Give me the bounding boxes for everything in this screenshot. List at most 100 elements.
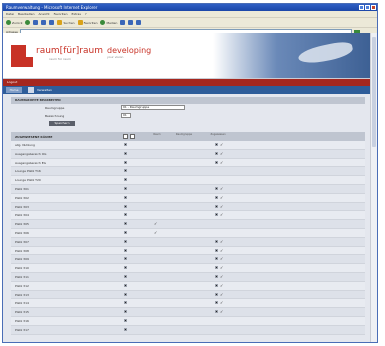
room-checkbox[interactable]	[124, 222, 127, 226]
edit-icon[interactable]	[130, 134, 135, 139]
room-checkbox[interactable]	[124, 301, 127, 305]
favorites-button[interactable]: Favoriten	[77, 20, 97, 25]
vertical-scrollbar[interactable]	[370, 33, 377, 342]
back-button[interactable]: Zurück	[6, 20, 22, 25]
assigned-checkbox[interactable]	[215, 266, 218, 270]
rooms-table: ZUGEWIESENE RÄUME Raum Raumgruppe Zugewi…	[11, 132, 365, 335]
assigned-checkbox[interactable]	[215, 195, 218, 199]
assigned-checkbox[interactable]	[215, 186, 218, 190]
table-row: Platz 308 ✓	[11, 246, 365, 256]
table-header: ZUGEWIESENE RÄUME Raum Raumgruppe Zugewi…	[11, 132, 365, 141]
assigned-checkbox[interactable]	[215, 151, 218, 155]
menu-edit[interactable]: Bearbeiten	[18, 11, 34, 17]
menu-file[interactable]: Datei	[6, 11, 14, 17]
room-name: Platz 308	[15, 248, 29, 253]
room-checkbox[interactable]	[124, 318, 127, 322]
room-checkbox[interactable]	[124, 178, 127, 182]
room-checkbox[interactable]	[124, 186, 127, 190]
assigned-checkbox[interactable]	[215, 292, 218, 296]
mail-icon[interactable]	[128, 20, 134, 25]
back-arrow-icon	[6, 20, 11, 25]
forward-arrow-icon[interactable]	[25, 20, 31, 25]
home-icon[interactable]	[49, 20, 55, 25]
logout-link[interactable]: Logout	[7, 80, 17, 84]
room-name: allg. Nutzung	[15, 143, 35, 147]
table-row: Platz 304 ✓	[11, 211, 365, 221]
assigned-check-mark: ✓	[220, 142, 224, 147]
media-icon	[100, 20, 106, 25]
assigned-checkbox[interactable]	[215, 301, 218, 305]
assigned-checkbox[interactable]	[215, 204, 218, 208]
history-icon[interactable]	[120, 20, 126, 25]
description-input[interactable]: 01	[121, 113, 131, 118]
menu-favorites[interactable]: Favoriten	[54, 11, 68, 17]
assigned-check-mark: ✓	[220, 291, 224, 297]
table-body: allg. Nutzung ✓ Ausgangsbereich OG ✓ Ausgang…	[11, 141, 365, 335]
form-row-group: Raumgruppe 01 - Raumgruppe	[11, 104, 365, 112]
assigned-checkbox[interactable]	[215, 143, 218, 146]
room-checkbox[interactable]	[124, 230, 127, 234]
table-row: allg. Nutzung ✓	[11, 141, 365, 150]
save-button[interactable]: Speichern	[49, 121, 75, 126]
room-checkbox[interactable]	[124, 266, 127, 270]
room-name: Platz 317	[15, 327, 29, 332]
room-checkbox[interactable]	[124, 310, 127, 314]
search-button[interactable]: Suchen	[57, 20, 75, 25]
room-checkbox[interactable]	[124, 327, 127, 331]
table-row: Platz 309 ✓	[11, 255, 365, 265]
room-checkbox[interactable]	[124, 283, 127, 287]
room-checkbox[interactable]	[124, 151, 127, 155]
assigned-checkbox[interactable]	[215, 239, 218, 243]
assigned-checkbox[interactable]	[215, 310, 218, 314]
room-checkbox[interactable]	[124, 292, 127, 296]
nav-home-button[interactable]: Home	[6, 87, 22, 93]
room-checkbox[interactable]	[124, 143, 127, 146]
nav-manage-link[interactable]: Verwalten	[37, 87, 52, 93]
stop-icon[interactable]	[33, 20, 39, 25]
room-name: Lounge Platz T16	[15, 169, 41, 174]
room-checkbox[interactable]	[124, 160, 127, 164]
menu-help[interactable]: ?	[85, 11, 87, 17]
page-content: raum[für]raum raum für raum developing y…	[3, 33, 373, 342]
folder-icon	[28, 87, 34, 93]
assigned-checkbox[interactable]	[215, 274, 218, 278]
assigned-check-mark: ✓	[220, 247, 224, 253]
media-button[interactable]: Medien	[100, 20, 117, 25]
assigned-checkbox[interactable]	[215, 248, 218, 252]
menu-view[interactable]: Ansicht	[39, 11, 50, 17]
room-name: Ausgangsbereich EG	[15, 160, 46, 165]
minimize-button[interactable]	[359, 5, 364, 10]
close-button[interactable]	[371, 5, 376, 10]
table-row: Platz 315 ✓	[11, 308, 365, 317]
room-checkbox[interactable]	[124, 213, 127, 217]
menu-tools[interactable]: Extras	[71, 11, 80, 17]
room-checkbox[interactable]	[124, 257, 127, 261]
room-checkbox[interactable]	[124, 204, 127, 208]
room-checkbox[interactable]	[124, 169, 127, 173]
group-input[interactable]: 01 - Raumgruppe	[121, 105, 185, 110]
group-check-mark[interactable]: ✓	[154, 220, 157, 227]
maximize-button[interactable]	[365, 5, 370, 10]
table-row: Platz 314 ✓	[11, 299, 365, 309]
room-name: Platz 311	[15, 274, 29, 279]
room-checkbox[interactable]	[124, 274, 127, 278]
scrollbar-thumb[interactable]	[372, 37, 376, 147]
room-checkbox[interactable]	[124, 248, 127, 252]
column-header-assigned: Zugewiesen	[210, 133, 226, 136]
table-row: Platz 302 ✓	[11, 193, 365, 203]
room-checkbox[interactable]	[124, 195, 127, 199]
refresh-icon[interactable]	[41, 20, 47, 25]
assigned-check-mark: ✓	[220, 238, 224, 244]
print-icon[interactable]	[136, 20, 142, 25]
assigned-checkbox[interactable]	[215, 257, 218, 261]
assigned-checkbox[interactable]	[215, 213, 218, 217]
assigned-checkbox[interactable]	[215, 283, 218, 287]
assigned-checkbox[interactable]	[215, 160, 218, 164]
room-checkbox[interactable]	[124, 239, 127, 243]
group-check-mark[interactable]: ✓	[154, 229, 157, 236]
group-label: Raumgruppe	[45, 106, 65, 110]
column-header-room: Raum	[153, 133, 161, 136]
window-title: Raumverwaltung - Microsoft Internet Expl…	[6, 5, 98, 10]
assigned-check-mark: ✓	[220, 309, 224, 315]
select-all-icon[interactable]	[123, 134, 128, 139]
